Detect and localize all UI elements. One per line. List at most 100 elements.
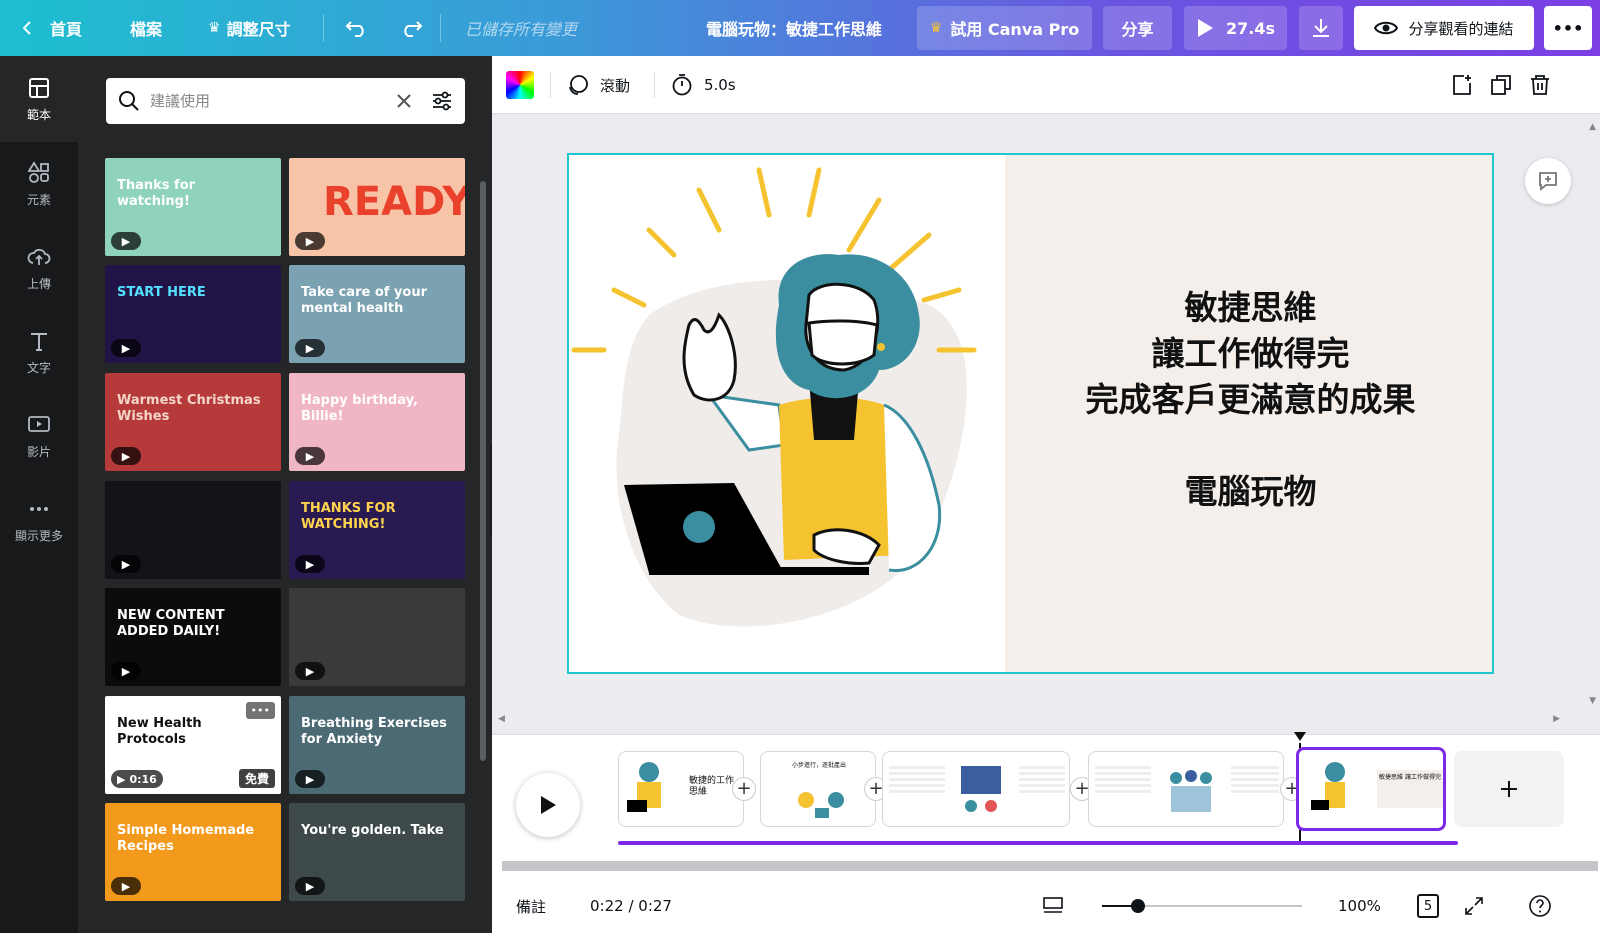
thumb-illustration <box>1170 770 1212 812</box>
template-tile[interactable]: Warmest Christmas Wishes ▶ <box>105 373 281 471</box>
play-icon[interactable]: ▶ <box>111 232 141 250</box>
more-options-button[interactable]: ••• <box>1544 6 1592 50</box>
template-tile[interactable]: ▶ <box>289 588 465 686</box>
play-button[interactable]: 27.4s <box>1184 6 1287 50</box>
try-canva-pro-button[interactable]: ♛ 試用 Canva Pro <box>917 6 1092 50</box>
grid-view-button[interactable] <box>1042 879 1064 933</box>
duration-button[interactable]: 5.0s <box>670 56 736 114</box>
template-tile-title: START HERE <box>117 285 206 300</box>
animate-button[interactable]: 滾動 <box>566 56 630 114</box>
timeline-page-thumb-active[interactable]: 敏捷思維 讓工作做得完 <box>1296 747 1446 831</box>
rail-item-videos[interactable]: 影片 <box>0 394 78 478</box>
fullscreen-button[interactable] <box>1464 879 1484 933</box>
template-tile[interactable]: Breathing Exercises for Anxiety ▶ <box>289 696 465 794</box>
share-button[interactable]: 分享 <box>1103 6 1172 50</box>
scroll-up-icon[interactable]: ▲ <box>1589 122 1596 132</box>
panel-scrollbar[interactable] <box>480 181 486 761</box>
home-button[interactable]: 首頁 <box>20 0 82 56</box>
template-tile[interactable]: THANKS FOR WATCHING! ▶ <box>289 481 465 579</box>
play-icon[interactable]: ▶ <box>111 555 141 573</box>
notes-button[interactable]: 備註 <box>516 879 546 933</box>
page-count-button[interactable]: 5 <box>1417 879 1439 933</box>
template-tile[interactable]: Happy birthday, Billie! ▶ <box>289 373 465 471</box>
template-tile[interactable]: Take care of your mental health ▶ <box>289 265 465 363</box>
add-new-page-button[interactable] <box>1454 751 1564 827</box>
slide-text-block[interactable]: 敏捷思維 讓工作做得完 完成客戶更滿意的成果 電腦玩物 <box>1005 285 1492 515</box>
play-icon[interactable]: ▶ <box>111 877 141 895</box>
duplicate-page-button[interactable] <box>1489 56 1513 114</box>
more-icon <box>30 506 48 511</box>
play-icon[interactable]: ▶ <box>295 662 325 680</box>
zoom-slider[interactable] <box>1102 899 1302 913</box>
download-button[interactable] <box>1299 6 1343 50</box>
rail-item-elements[interactable]: 元素 <box>0 142 78 226</box>
template-tile[interactable]: Simple Homemade Recipes ▶ <box>105 803 281 901</box>
play-icon[interactable]: ▶ <box>111 662 141 680</box>
download-icon <box>1313 19 1329 37</box>
zoom-slider-knob[interactable] <box>1131 899 1145 913</box>
playback-time: 0:22 / 0:27 <box>590 897 672 915</box>
timeline-play-button[interactable] <box>516 773 580 837</box>
help-button[interactable] <box>1528 879 1552 933</box>
template-tile[interactable]: READY ▶ <box>289 158 465 256</box>
timeline-page-thumb[interactable]: 敏捷的工作思維 <box>618 751 744 827</box>
play-duration: 27.4s <box>1226 18 1275 38</box>
color-picker-button[interactable] <box>506 56 534 114</box>
template-tile-title: READY <box>323 179 465 225</box>
rail-item-more[interactable]: 顯示更多 <box>0 478 78 562</box>
template-tile[interactable]: You're golden. Take ▶ <box>289 803 465 901</box>
thumb-illustration <box>798 792 844 818</box>
crown-icon: ♛ <box>208 20 221 36</box>
scroll-left-icon[interactable]: ◀ <box>498 714 505 724</box>
slide-canvas[interactable]: 敏捷思維 讓工作做得完 完成客戶更滿意的成果 電腦玩物 <box>567 153 1494 674</box>
delete-page-button[interactable] <box>1528 56 1552 114</box>
add-comment-button[interactable] <box>1525 158 1571 204</box>
resize-button[interactable]: ♛ 調整尺寸 <box>208 0 291 56</box>
home-label: 首頁 <box>50 20 83 39</box>
play-icon[interactable]: ▶ <box>295 877 325 895</box>
play-icon[interactable]: ▶ <box>295 232 325 250</box>
animate-icon <box>569 75 588 95</box>
templates-panel: Thanks for watching!▶READY▶START HERE▶Ta… <box>78 56 492 933</box>
timeline-page-thumb[interactable] <box>882 751 1070 827</box>
undo-icon <box>345 21 364 37</box>
document-title[interactable]: 電腦玩物：敏捷工作思維 <box>706 0 882 56</box>
rail-item-templates[interactable]: 範本 <box>0 56 78 142</box>
template-tile[interactable]: NEW CONTENT ADDED DAILY! ▶ <box>105 588 281 686</box>
add-page-button[interactable] <box>1450 56 1474 114</box>
search-input[interactable] <box>150 92 395 110</box>
timeline-scrollbar[interactable] <box>502 861 1598 871</box>
play-icon[interactable]: ▶ <box>295 770 325 788</box>
template-tile[interactable]: START HERE ▶ <box>105 265 281 363</box>
play-icon[interactable]: ▶ <box>295 555 325 573</box>
template-tile[interactable]: Thanks for watching! ▶ <box>105 158 281 256</box>
filter-icon[interactable] <box>431 90 453 112</box>
page-count: 5 <box>1417 894 1439 918</box>
undo-button[interactable] <box>345 0 369 56</box>
clear-icon[interactable] <box>395 92 413 110</box>
timeline-page-thumb[interactable]: 小步進行，逐批產出 <box>760 751 876 827</box>
scroll-down-icon[interactable]: ▼ <box>1589 696 1596 706</box>
rail-item-uploads[interactable]: 上傳 <box>0 226 78 310</box>
file-menu[interactable]: 檔案 <box>130 0 162 56</box>
help-icon <box>1529 895 1551 917</box>
tile-more-button[interactable]: ••• <box>245 702 275 719</box>
zoom-level[interactable]: 100% <box>1338 879 1381 933</box>
add-page-between-button[interactable]: + <box>732 777 756 801</box>
template-tile[interactable]: New Health Protocols ▶ 0:16 免費 ••• <box>105 696 281 794</box>
rail-item-text[interactable]: 文字 <box>0 310 78 394</box>
play-icon[interactable]: ▶ <box>295 339 325 357</box>
template-tile[interactable]: ▶ <box>105 481 281 579</box>
share-view-link-button[interactable]: 分享觀看的連結 <box>1354 6 1534 50</box>
illustration-woman-laptop[interactable] <box>569 155 1005 674</box>
redo-button[interactable] <box>399 0 423 56</box>
play-icon[interactable]: ▶ <box>295 447 325 465</box>
timeline-progress-bar <box>618 841 1458 845</box>
slide-text-line: 完成客戶更滿意的成果 <box>1085 380 1416 419</box>
play-icon[interactable]: ▶ <box>111 447 141 465</box>
search-box[interactable] <box>106 78 465 124</box>
scroll-right-icon[interactable]: ▶ <box>1553 714 1560 724</box>
play-icon[interactable]: ▶ <box>111 339 141 357</box>
play-icon[interactable]: ▶ 0:16 <box>111 770 163 788</box>
timeline-page-thumb[interactable] <box>1088 751 1284 827</box>
